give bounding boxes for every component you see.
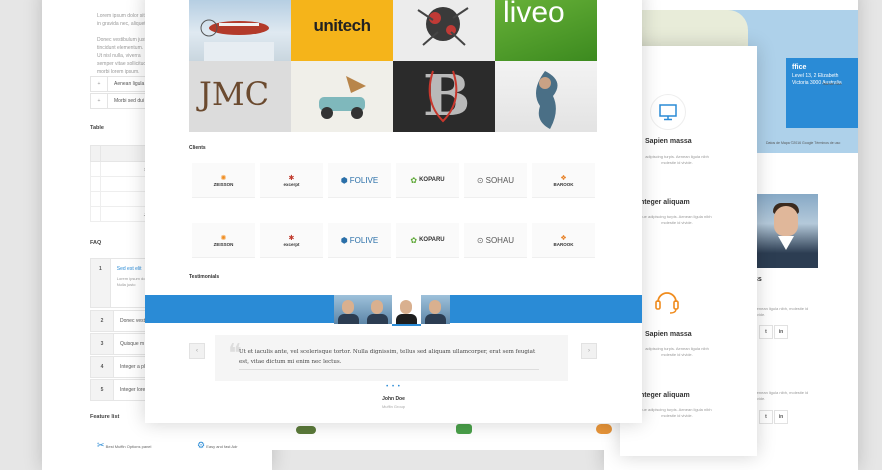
clients-title: Clients [189,145,206,151]
testimonial-avatar-active[interactable] [392,295,421,326]
lower-page-preview [256,420,656,450]
faq-question: Integer a pl [120,364,146,370]
portfolio-item-car[interactable] [291,61,393,132]
testimonials-title: Testimonials [189,274,220,280]
twitter-icon[interactable]: t [759,325,773,339]
client-logo-sohau[interactable]: ⊙ SOHAU [464,163,527,198]
twitter-icon[interactable]: t [759,410,773,424]
team-member-desc: Aenean ligula nibh, molestie id vivide. [754,306,809,317]
faq-number: 3 [91,334,114,354]
testimonial-avatar[interactable] [421,295,450,324]
portfolio-grid: unitech liveo JMC B [189,0,597,132]
faq-number: 2 [91,311,114,331]
feature-title: Sapien massa [645,331,692,338]
team-member-photo [754,194,818,268]
feature-desc: adipiscing turpis. Aenean ligula nibh mo… [645,154,709,165]
testimonial-avatar[interactable] [334,295,363,324]
testimonial-author: John Doe [382,396,405,402]
body-text-2: tincidunt elementum. [97,45,144,51]
feature-desc: adipiscing turpis. Aenean ligula nibh mo… [645,346,709,357]
client-logo-zeisson[interactable]: ✺ ZEISSON [192,223,255,258]
office-title: ffice [792,64,807,71]
accordion-label: Aenean ligula [114,81,145,87]
excerpt-icon: ✱ [288,174,295,182]
body-text-3: Ut nisl nulla, viverra [97,53,141,59]
tools-icon: ✂ [97,440,105,450]
table-title: Table [90,125,104,131]
feature-desc: ue adipiscing turpis. Aenean ligula nibh… [642,214,712,225]
linkedin-icon[interactable]: in [774,325,788,339]
plus-icon: + [91,94,108,108]
feature-desc: ue adipiscing turpis. Aenean ligula nibh… [642,407,712,418]
gear-icon: ⚙ [197,440,206,450]
faq-question: Integer lore [120,387,146,393]
plus-icon: + [91,77,108,91]
client-logo-zeisson[interactable]: ✺ ZEISSON [192,163,255,198]
portfolio-item-plane[interactable] [189,0,291,61]
testimonial-quote-box: ❝ Ut et iaculis ante, vel scelerisque to… [215,335,568,381]
zeisson-icon: ✺ [220,234,227,242]
body-text-5: morbi lorem ipsum. [97,69,140,75]
headset-icon [650,283,684,317]
client-logo-excerpt[interactable]: ✱ excerpt [260,223,323,258]
feature-list-title: Feature list [90,414,120,420]
zeisson-icon: ✺ [220,174,227,182]
client-logo-barook[interactable]: ❖ BAROOK [532,163,595,198]
testimonial-dots[interactable]: • • • [145,384,642,390]
portfolio-item-jmc[interactable]: JMC [189,61,291,132]
product-thumb [296,426,316,434]
map-label: Tasman Sea [822,82,842,86]
portfolio-page-preview: unitech liveo JMC B Clients ✺ ZEISSON ✱ ex… [145,0,642,423]
client-logo-excerpt[interactable]: ✱ excerpt [260,163,323,198]
faq-number: 4 [91,357,114,377]
barook-icon: ❖ [560,234,567,242]
sohau-icon: ⊙ [476,235,484,245]
faq-number: 5 [91,380,114,400]
client-logo-folive[interactable]: ⬢ FOLIVE [328,223,391,258]
portfolio-item-illustration[interactable] [393,0,495,61]
koparu-icon: ✿ [410,235,418,245]
office-address: Level 13, 2 Elizabeth [792,73,839,79]
feature-title: Integer aliquam [638,199,690,206]
client-logo-folive[interactable]: ⬢ FOLIVE [328,163,391,198]
portfolio-item-b[interactable]: B [393,61,495,132]
client-logo-barook[interactable]: ❖ BAROOK [532,223,595,258]
portfolio-item-unitech[interactable]: unitech [291,0,393,61]
koparu-icon: ✿ [410,175,418,185]
testimonial-avatar[interactable] [363,295,392,324]
accordion-label: Morbi sed dui [114,98,145,104]
testimonial-prev-button[interactable]: ‹ [189,343,205,359]
barook-icon: ❖ [560,174,567,182]
folive-icon: ⬢ [340,175,348,185]
feature-item: ✂ Best Muffin Options panel [97,440,152,450]
product-thumb [596,424,612,434]
feature-item: ⚙ Easy and fast Adr [197,440,238,450]
excerpt-icon: ✱ [288,234,295,242]
product-thumb [456,424,472,434]
monitor-icon [650,94,686,130]
linkedin-icon[interactable]: in [774,410,788,424]
faq-question: Quisque m [120,341,145,347]
body-text-4: semper vitae sollicitudin [97,61,151,67]
office-info-box: ffice Level 13, 2 Elizabeth Victoria 300… [786,58,858,128]
folive-icon: ⬢ [340,235,348,245]
intro-text-2: in gravida nec, aliquet [97,21,146,27]
faq-number: 1 [91,259,111,307]
faq-question: Donec vestib [120,318,149,324]
sohau-icon: ⊙ [476,175,484,185]
feature-title: Sapien massa [645,138,692,145]
client-logo-koparu[interactable]: ✿ KOPARU [396,223,459,258]
testimonial-company: Muffin Group [381,404,406,409]
body-text-1: Donec vestibulum justo [97,37,149,43]
team-member-desc: Aenean ligula nibh, molestie id vivide. [754,390,809,401]
portfolio-item-liveo[interactable]: liveo [495,0,597,61]
map-attribution[interactable]: Datos de Mapa ©2016 Google Términos de u… [766,141,840,145]
feature-title: Integer aliquam [638,392,690,399]
faq-title: FAQ [90,240,102,246]
testimonial-text: Ut et iaculis ante, vel scelerisque tort… [239,347,539,370]
client-logo-koparu[interactable]: ✿ KOPARU [396,163,459,198]
portfolio-item-splash[interactable] [495,61,597,132]
testimonial-next-button[interactable]: › [581,343,597,359]
client-logo-sohau[interactable]: ⊙ SOHAU [464,223,527,258]
